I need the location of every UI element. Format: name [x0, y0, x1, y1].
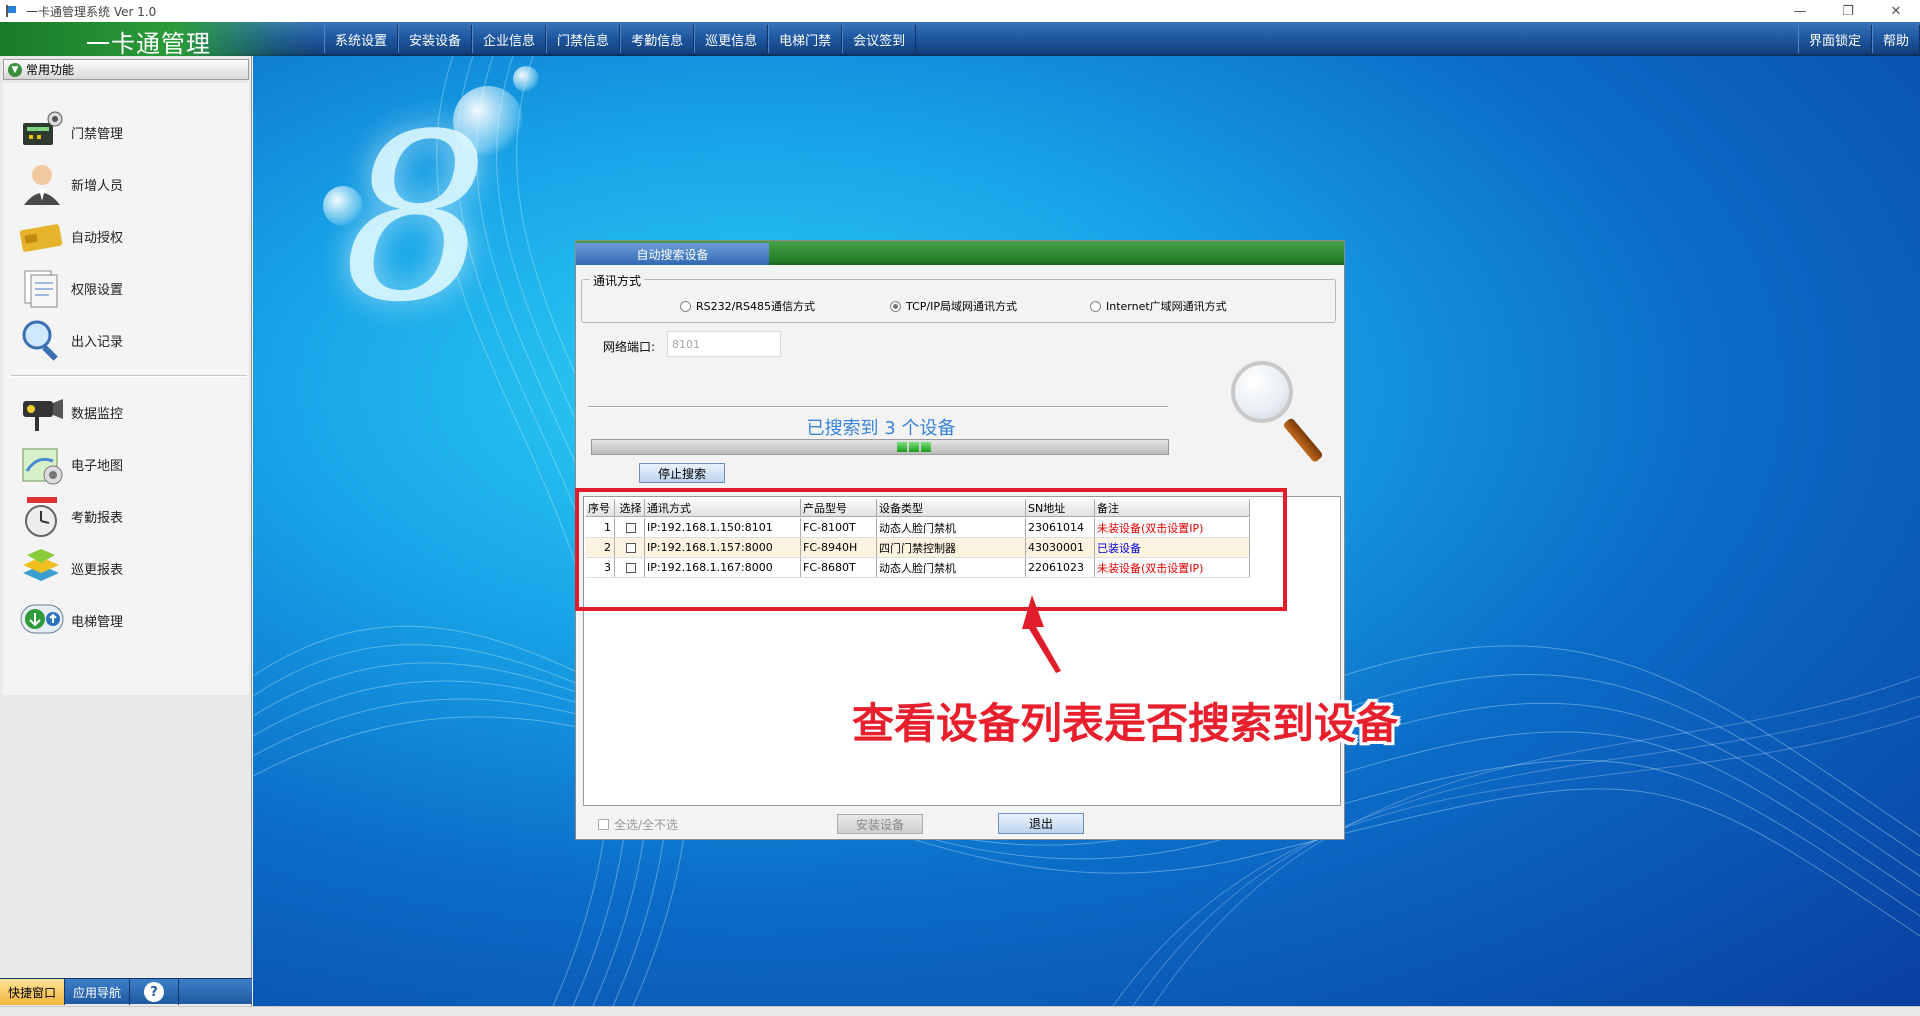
status-bar — [0, 1006, 1920, 1016]
main-menubar: 一卡通管理 系统设置 安装设备 企业信息 门禁信息 考勤信息 巡更信息 电梯门禁… — [0, 22, 1920, 58]
close-button[interactable]: ✕ — [1872, 0, 1920, 22]
port-input[interactable]: 8101 — [667, 331, 781, 357]
checkbox[interactable] — [598, 819, 609, 830]
menu-install-device[interactable]: 安装设备 — [398, 25, 473, 53]
found-count-text: 已搜索到 3 个设备 — [806, 418, 956, 439]
select-all-label: 全选/全不选 — [614, 818, 679, 832]
bubble-decoration — [513, 66, 539, 92]
card-icon — [19, 213, 65, 259]
sidebar-item-label: 考勤报表 — [71, 510, 124, 526]
sidebar-footer: 快捷窗口 应用导航 ? — [0, 978, 252, 1005]
help-icon: ? — [144, 982, 165, 1002]
logo-area: 一卡通管理 — [0, 22, 320, 58]
progress-segment — [909, 442, 919, 452]
app-flag-icon — [6, 5, 20, 17]
sidebar-body: 门禁管理 新增人员 自动授权 权限设置 出入记录 数据监控 电子地图 考勤报表 … — [3, 83, 249, 695]
tab-app-navigation[interactable]: 应用导航 — [65, 979, 131, 1005]
sidebar-item-label: 门禁管理 — [71, 126, 124, 142]
select-all-checkbox[interactable]: 全选/全不选 — [598, 816, 678, 833]
menu-company-info[interactable]: 企业信息 — [472, 25, 547, 53]
comm-mode-group: 通讯方式 RS232/RS485通信方式 TCP/IP局域网通讯方式 Inter… — [581, 272, 1336, 323]
sidebar-item-label: 巡更报表 — [71, 562, 124, 578]
group-title: 通讯方式 — [590, 272, 645, 289]
magnifier-icon — [19, 317, 65, 363]
sidebar-divider — [11, 375, 247, 377]
menu-attendance-info[interactable]: 考勤信息 — [620, 25, 695, 53]
clock-icon — [19, 493, 65, 539]
decor-digit: 8 — [343, 86, 490, 353]
minimize-button[interactable]: — — [1776, 0, 1824, 22]
menu-patrol-info[interactable]: 巡更信息 — [694, 25, 769, 53]
map-icon — [19, 441, 65, 487]
radio-label: Internet广域网通讯方式 — [1106, 300, 1227, 313]
sidebar-item-label: 自动授权 — [71, 230, 124, 246]
sidebar-header[interactable]: ▼ 常用功能 — [3, 59, 249, 80]
radio-tcpip[interactable]: TCP/IP局域网通讯方式 — [890, 298, 1017, 314]
help-button[interactable]: ? — [130, 979, 180, 1005]
sidebar-title: 常用功能 — [26, 63, 75, 77]
menu-lock-ui[interactable]: 界面锁定 — [1797, 25, 1872, 53]
sidebar: ▼ 常用功能 门禁管理 新增人员 自动授权 权限设置 出入记录 数据监控 电子地… — [0, 56, 252, 1011]
sidebar-item-label: 新增人员 — [71, 178, 124, 194]
sidebar-item-permissions[interactable]: 权限设置 — [19, 264, 239, 312]
camera-icon — [19, 389, 65, 435]
patrol-icon — [19, 545, 65, 591]
tab-quick-window[interactable]: 快捷窗口 — [0, 979, 66, 1005]
annotation-arrow-icon — [1022, 595, 1061, 673]
progress-segment — [921, 442, 931, 452]
person-icon — [19, 161, 65, 207]
stop-search-button[interactable]: 停止搜索 — [639, 463, 725, 483]
window-titlebar: 一卡通管理系统 Ver 1.0 — ❐ ✕ — [0, 0, 1920, 22]
main-menu: 系统设置 安装设备 企业信息 门禁信息 考勤信息 巡更信息 电梯门禁 会议签到 — [324, 25, 917, 53]
menu-meeting-signin[interactable]: 会议签到 — [842, 25, 917, 53]
radio-label: TCP/IP局域网通讯方式 — [906, 300, 1017, 313]
menu-elevator-access[interactable]: 电梯门禁 — [768, 25, 843, 53]
annotation-highlight-box — [575, 488, 1287, 611]
sidebar-item-label: 权限设置 — [71, 282, 124, 298]
radio-dot[interactable] — [680, 300, 691, 312]
menu-help[interactable]: 帮助 — [1871, 25, 1920, 53]
radio-internet[interactable]: Internet广域网通讯方式 — [1090, 298, 1227, 314]
radio-dot[interactable] — [1090, 300, 1101, 312]
radio-rs232[interactable]: RS232/RS485通信方式 — [680, 298, 815, 314]
sidebar-item-patrol-report[interactable]: 巡更报表 — [19, 544, 239, 592]
sidebar-item-label: 数据监控 — [71, 406, 124, 422]
search-magnifier-icon — [1231, 361, 1324, 471]
search-progress-bar — [591, 439, 1169, 455]
radio-dot-selected[interactable] — [890, 300, 901, 312]
menu-right: 界面锁定 帮助 — [1797, 25, 1920, 53]
sidebar-item-attendance-report[interactable]: 考勤报表 — [19, 492, 239, 540]
sidebar-item-label: 电子地图 — [71, 458, 124, 474]
window-title: 一卡通管理系统 Ver 1.0 — [26, 4, 157, 19]
sidebar-item-label: 出入记录 — [71, 334, 124, 350]
sidebar-item-add-person[interactable]: 新增人员 — [19, 160, 239, 208]
collapse-icon[interactable]: ▼ — [8, 62, 22, 77]
sidebar-item-data-monitor[interactable]: 数据监控 — [19, 388, 239, 436]
documents-icon — [19, 265, 65, 311]
sidebar-item-label: 电梯管理 — [71, 614, 124, 630]
restore-button[interactable]: ❐ — [1824, 0, 1872, 22]
sidebar-item-auto-authorize[interactable]: 自动授权 — [19, 212, 239, 260]
dialog-tabbar: 自动搜索设备 — [576, 241, 1344, 265]
elevator-icon — [19, 597, 65, 643]
sidebar-item-e-map[interactable]: 电子地图 — [19, 440, 239, 488]
port-label: 网络端口: — [603, 340, 656, 354]
sidebar-item-access-control[interactable]: 门禁管理 — [19, 108, 239, 156]
sidebar-item-elevator[interactable]: 电梯管理 — [19, 596, 239, 644]
exit-button[interactable]: 退出 — [998, 813, 1084, 834]
annotation-text: 查看设备列表是否搜索到设备 — [852, 699, 1399, 748]
progress-segment — [897, 442, 907, 452]
sidebar-item-access-records[interactable]: 出入记录 — [19, 316, 239, 364]
tab-auto-search[interactable]: 自动搜索设备 — [576, 243, 769, 265]
menu-access-info[interactable]: 门禁信息 — [546, 25, 621, 53]
window-controls: — ❐ ✕ — [1776, 0, 1920, 22]
divider — [588, 406, 1168, 408]
app-logo-text: 一卡通管理 — [86, 30, 211, 58]
menu-system-settings[interactable]: 系统设置 — [324, 25, 399, 53]
radio-label: RS232/RS485通信方式 — [696, 300, 815, 313]
install-device-button[interactable]: 安装设备 — [837, 814, 923, 834]
door-controller-icon — [19, 109, 65, 155]
